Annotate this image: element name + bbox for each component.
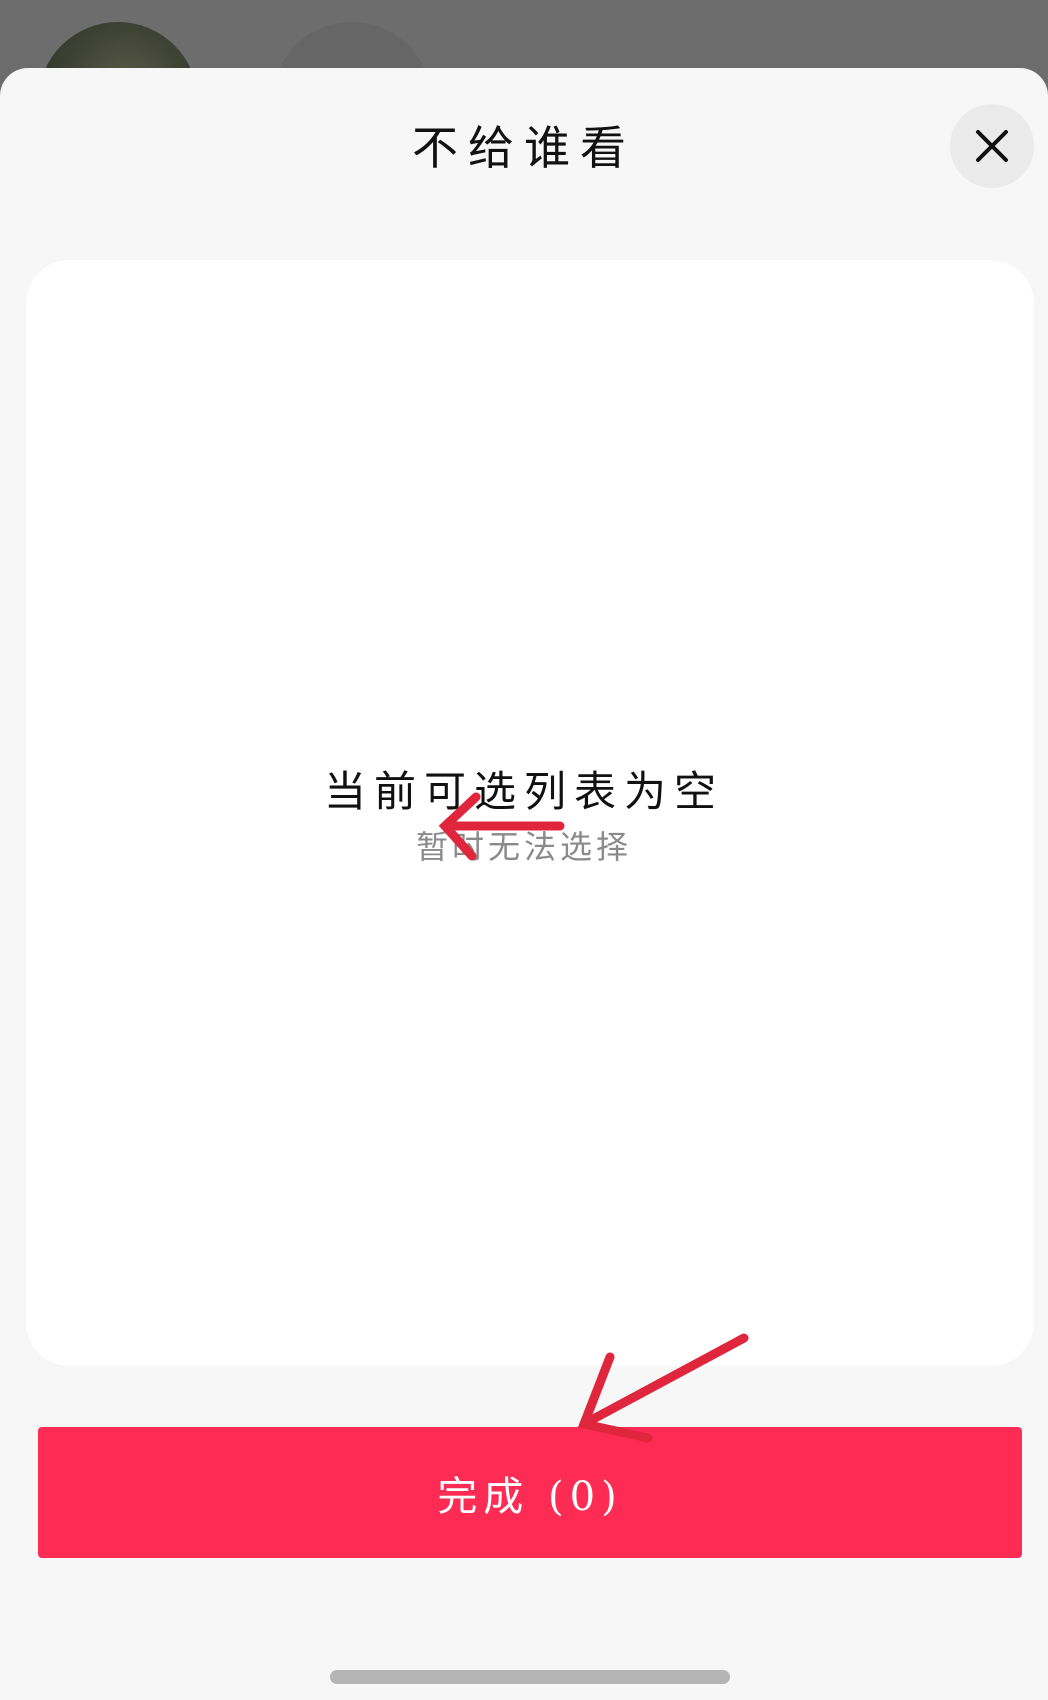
home-indicator bbox=[330, 1670, 730, 1684]
empty-state-subtitle: 暂时无法选择 bbox=[415, 828, 632, 866]
empty-state-title: 当前可选列表为空 bbox=[323, 767, 724, 816]
sheet-title: 不给谁看 bbox=[412, 121, 636, 175]
done-button[interactable]: 完成 (0) bbox=[38, 1427, 1022, 1558]
close-icon bbox=[976, 130, 1008, 162]
close-button[interactable] bbox=[950, 104, 1034, 188]
